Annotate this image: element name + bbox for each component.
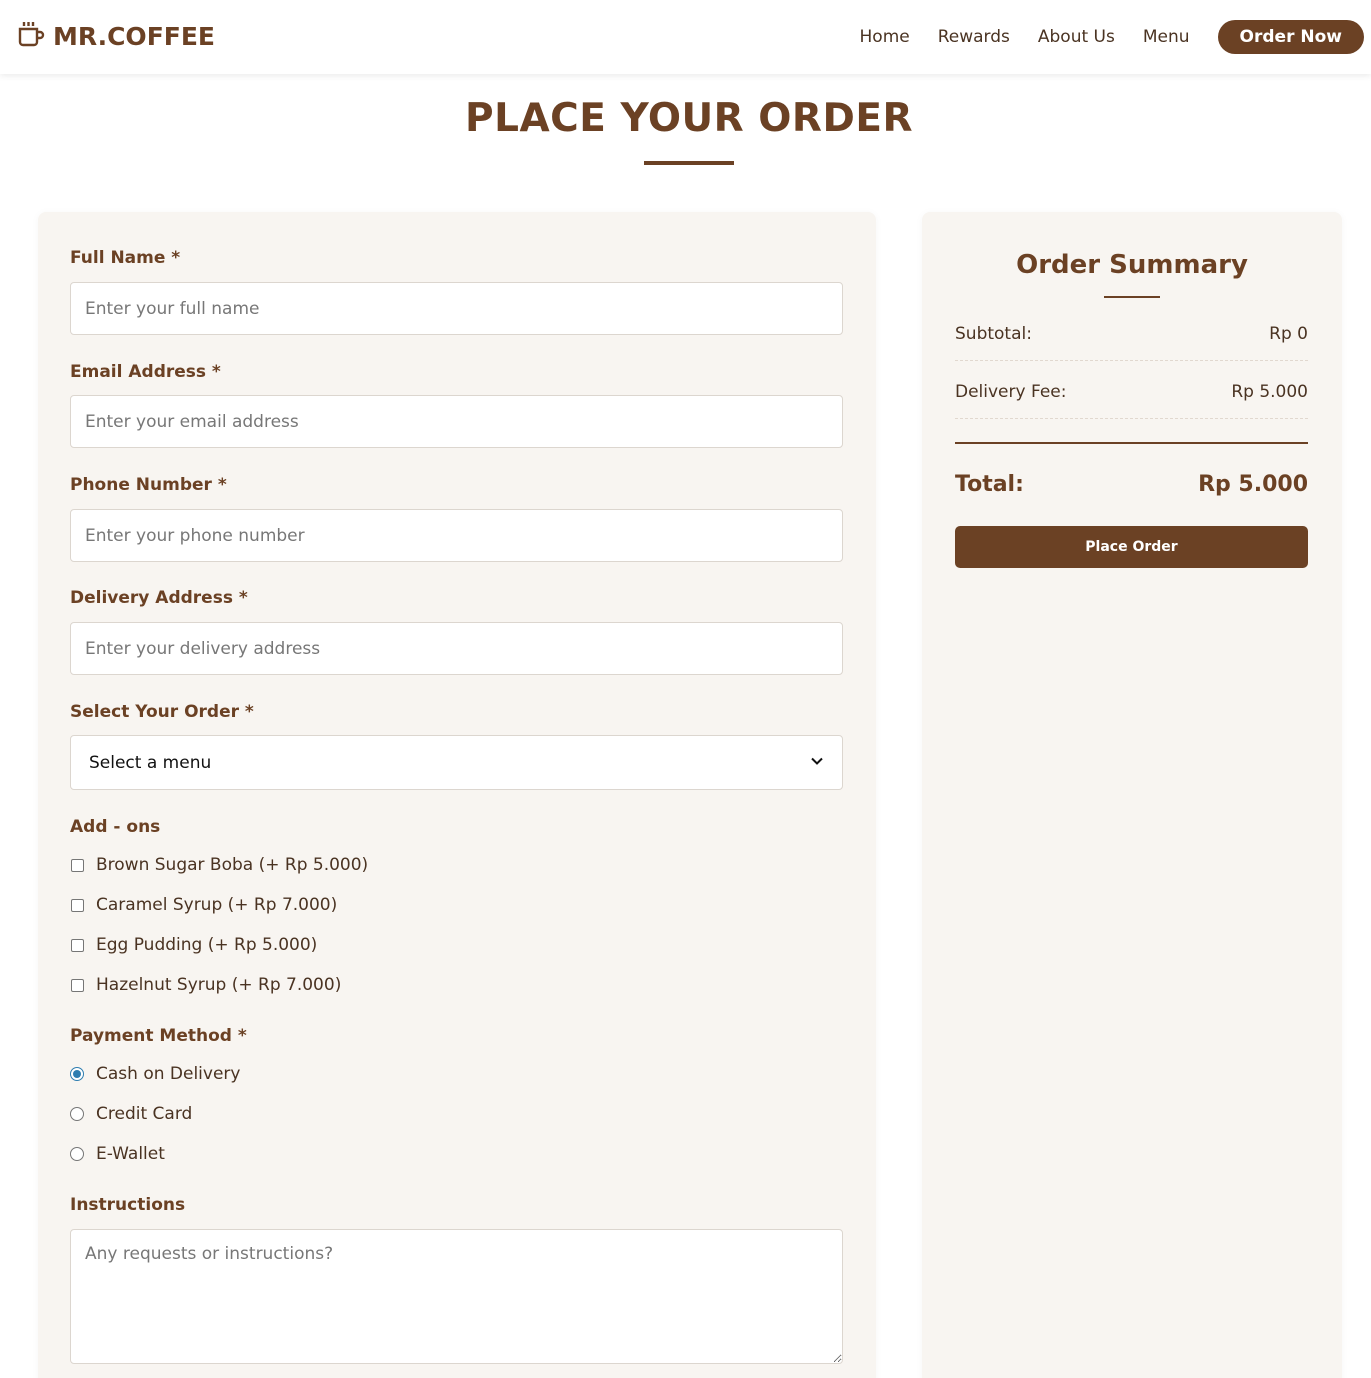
radio-button[interactable] xyxy=(70,1147,84,1161)
page-title: PLACE YOUR ORDER xyxy=(465,96,913,141)
place-order-button[interactable]: Place Order xyxy=(955,526,1308,568)
summary-divider xyxy=(955,442,1308,444)
email-input[interactable] xyxy=(70,395,843,448)
nav-link-menu[interactable]: Menu xyxy=(1143,27,1190,47)
addon-caramel-syrup[interactable]: Caramel Syrup (+ Rp 7.000) xyxy=(70,895,337,915)
payment-e-wallet[interactable]: E-Wallet xyxy=(70,1144,165,1164)
subtotal-label: Subtotal: xyxy=(955,324,1032,344)
radio-button[interactable] xyxy=(70,1107,84,1121)
brand-logo[interactable]: MR.COFFEE xyxy=(17,20,215,52)
payment-cash-on-delivery[interactable]: Cash on Delivery xyxy=(70,1064,240,1084)
nav-link-home[interactable]: Home xyxy=(860,27,910,47)
coffee-cup-icon xyxy=(17,20,45,52)
title-underline xyxy=(644,161,734,165)
full-name-label: Full Name * xyxy=(70,248,181,268)
payment-option-label: Credit Card xyxy=(96,1104,193,1124)
order-summary: Order Summary Subtotal: Rp 0 Delivery Fe… xyxy=(922,212,1342,1378)
address-input[interactable] xyxy=(70,622,843,675)
full-name-input[interactable] xyxy=(70,282,843,335)
brand-name: MR.COFFEE xyxy=(53,21,215,51)
subtotal-row: Subtotal: Rp 0 xyxy=(955,324,1308,361)
delivery-fee-label: Delivery Fee: xyxy=(955,382,1067,402)
payment-credit-card[interactable]: Credit Card xyxy=(70,1104,192,1124)
order-select[interactable]: Select a menu xyxy=(70,735,843,790)
delivery-fee-value: Rp 5.000 xyxy=(1231,382,1308,402)
payment-label: Payment Method * xyxy=(70,1026,247,1046)
payment-option-label: E-Wallet xyxy=(96,1144,165,1164)
instructions-label: Instructions xyxy=(70,1195,186,1215)
nav-link-rewards[interactable]: Rewards xyxy=(938,27,1010,47)
summary-title-underline xyxy=(1104,296,1160,298)
email-label: Email Address * xyxy=(70,362,221,382)
total-label: Total: xyxy=(955,472,1024,497)
total-value: Rp 5.000 xyxy=(1198,472,1308,497)
payment-option-label: Cash on Delivery xyxy=(96,1064,241,1084)
nav-links: Home Rewards About Us Menu Order Now xyxy=(832,20,1364,54)
order-select-label: Select Your Order * xyxy=(70,702,254,722)
addon-egg-pudding[interactable]: Egg Pudding (+ Rp 5.000) xyxy=(70,935,317,955)
summary-title: Order Summary xyxy=(1016,250,1248,280)
checkbox[interactable] xyxy=(71,978,84,992)
order-select-value: Select a menu xyxy=(89,752,212,773)
checkbox[interactable] xyxy=(71,898,84,912)
addon-label: Caramel Syrup (+ Rp 7.000) xyxy=(96,895,338,915)
order-form: Full Name * Email Address * Phone Number… xyxy=(38,212,876,1378)
phone-input[interactable] xyxy=(70,509,843,562)
instructions-textarea[interactable] xyxy=(70,1229,843,1364)
chevron-down-icon xyxy=(810,753,824,772)
nav-link-about-us[interactable]: About Us xyxy=(1038,27,1115,47)
checkbox[interactable] xyxy=(71,938,84,952)
addon-hazelnut-syrup[interactable]: Hazelnut Syrup (+ Rp 7.000) xyxy=(70,975,341,995)
checkbox[interactable] xyxy=(71,858,84,872)
addon-label: Brown Sugar Boba (+ Rp 5.000) xyxy=(96,855,369,875)
delivery-fee-row: Delivery Fee: Rp 5.000 xyxy=(955,382,1308,419)
radio-button[interactable] xyxy=(70,1067,84,1081)
phone-label: Phone Number * xyxy=(70,475,227,495)
order-now-button[interactable]: Order Now xyxy=(1217,20,1364,54)
subtotal-value: Rp 0 xyxy=(1269,324,1308,344)
address-label: Delivery Address * xyxy=(70,588,248,608)
addon-label: Egg Pudding (+ Rp 5.000) xyxy=(96,935,318,955)
addons-label: Add - ons xyxy=(70,817,161,837)
navbar: MR.COFFEE Home Rewards About Us Menu Ord… xyxy=(0,0,1371,74)
total-row: Total: Rp 5.000 xyxy=(955,472,1308,497)
addon-label: Hazelnut Syrup (+ Rp 7.000) xyxy=(96,975,342,995)
addon-brown-sugar-boba[interactable]: Brown Sugar Boba (+ Rp 5.000) xyxy=(70,855,368,875)
